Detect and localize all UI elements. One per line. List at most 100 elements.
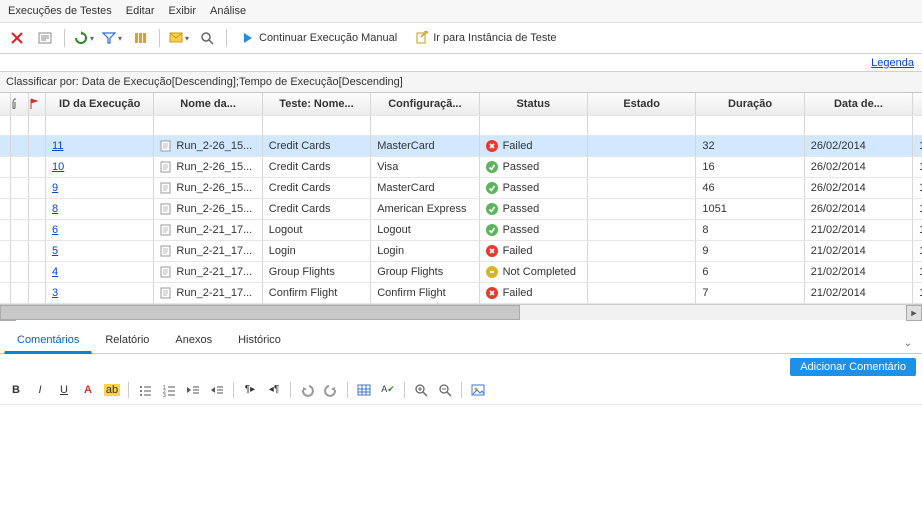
menu-item[interactable]: Exibir: [169, 5, 197, 17]
state: [588, 241, 695, 261]
table-row[interactable]: 11 Run_2-26_15... Credit Cards MasterCar…: [0, 135, 922, 156]
row-handle-header[interactable]: [0, 93, 11, 115]
col-name[interactable]: Nome da...: [154, 93, 262, 115]
run-id-link[interactable]: 5: [52, 245, 58, 257]
table-row[interactable]: 3 Run_2-21_17... Confirm Flight Confirm …: [0, 282, 922, 303]
columns-icon[interactable]: [129, 27, 151, 49]
date: 26/02/2014: [805, 136, 912, 156]
run-id-link[interactable]: 6: [52, 224, 58, 236]
continue-manual-button[interactable]: Continuar Execução Manual: [235, 27, 403, 49]
flag-header[interactable]: [28, 93, 45, 115]
run-id-link[interactable]: 9: [52, 182, 58, 194]
tab-histórico[interactable]: Histórico: [225, 327, 294, 354]
run-icon: [160, 161, 172, 173]
insert-image-icon[interactable]: [468, 380, 488, 400]
run-id-link[interactable]: 3: [52, 287, 58, 299]
run-id-link[interactable]: 10: [52, 161, 64, 173]
ltr-icon[interactable]: ¶▸: [240, 380, 260, 400]
run-name: Run_2-21_17...: [176, 266, 252, 278]
outdent-icon[interactable]: [183, 380, 203, 400]
filter-conf[interactable]: [371, 115, 479, 135]
duration: 6: [696, 262, 803, 282]
duration: 9: [696, 241, 803, 261]
tab-relatório[interactable]: Relatório: [92, 327, 162, 354]
run-id-link[interactable]: 4: [52, 266, 58, 278]
filter-duration[interactable]: [696, 115, 804, 135]
spellcheck-icon[interactable]: A✔: [378, 380, 398, 400]
status-icon: [486, 203, 498, 215]
status-label: Not Completed: [503, 266, 576, 278]
italic-icon[interactable]: I: [30, 380, 50, 400]
legend-link[interactable]: Legenda: [871, 57, 914, 69]
col-status[interactable]: Status: [479, 93, 587, 115]
tab-anexos[interactable]: Anexos: [162, 327, 225, 354]
run-id-link[interactable]: 11: [52, 140, 63, 152]
test-name: Group Flights: [263, 262, 370, 282]
list-bullets-icon[interactable]: [135, 380, 155, 400]
delete-icon[interactable]: [6, 27, 28, 49]
font-color-icon[interactable]: A: [78, 380, 98, 400]
details-icon[interactable]: [34, 27, 56, 49]
zoom-in-icon[interactable]: [411, 380, 431, 400]
filter-id[interactable]: [46, 115, 154, 135]
run-name: Run_2-26_15...: [176, 203, 252, 215]
undo-icon[interactable]: [297, 380, 317, 400]
col-duration[interactable]: Duração: [696, 93, 804, 115]
mail-icon[interactable]: [168, 27, 190, 49]
list-numbered-icon[interactable]: 123: [159, 380, 179, 400]
editor-area[interactable]: [0, 405, 922, 530]
editor-toolbar: B I U A ab 123 ¶▸ ◂¶ A✔: [0, 376, 922, 405]
bold-icon[interactable]: B: [6, 380, 26, 400]
status-icon: [486, 140, 498, 152]
status-label: Passed: [503, 182, 540, 194]
redo-icon[interactable]: [321, 380, 341, 400]
filter-date[interactable]: [804, 115, 912, 135]
tab-comentários[interactable]: Comentários: [4, 327, 92, 354]
col-date[interactable]: Data de...: [804, 93, 912, 115]
state: [588, 178, 695, 198]
zoom-out-icon[interactable]: [435, 380, 455, 400]
legend-row: Legenda: [0, 54, 922, 71]
attachment-header[interactable]: [11, 93, 28, 115]
refresh-icon[interactable]: [73, 27, 95, 49]
menu-item[interactable]: Editar: [126, 5, 155, 17]
col-conf[interactable]: Configuraçã...: [371, 93, 479, 115]
date: 21/02/2014: [805, 241, 912, 261]
test-name: Confirm Flight: [263, 283, 370, 303]
menu-item[interactable]: Análise: [210, 5, 246, 17]
goto-instance-button[interactable]: Ir para Instância de Teste: [409, 27, 562, 49]
col-test[interactable]: Teste: Nome...: [262, 93, 370, 115]
filter-name[interactable]: [154, 115, 262, 135]
table-row[interactable]: 5 Run_2-21_17... Login Login Failed 9 21…: [0, 240, 922, 261]
scroll-thumb[interactable]: [0, 305, 520, 320]
run-name: Run_2-26_15...: [176, 140, 252, 152]
highlight-icon[interactable]: ab: [102, 380, 122, 400]
find-icon[interactable]: [196, 27, 218, 49]
col-state[interactable]: Estado: [587, 93, 695, 115]
test-name: Login: [263, 241, 370, 261]
table-row[interactable]: 6 Run_2-21_17... Logout Logout Passed 8 …: [0, 219, 922, 240]
table-icon[interactable]: [354, 380, 374, 400]
table-row[interactable]: 4 Run_2-21_17... Group Flights Group Fli…: [0, 261, 922, 282]
horizontal-scrollbar[interactable]: ◄ ►: [0, 304, 922, 320]
rtl-icon[interactable]: ◂¶: [264, 380, 284, 400]
indent-icon[interactable]: [207, 380, 227, 400]
filter-time[interactable]: [913, 115, 922, 135]
table-row[interactable]: 9 Run_2-26_15... Credit Cards MasterCard…: [0, 177, 922, 198]
run-id-link[interactable]: 8: [52, 203, 58, 215]
duration: 46: [696, 178, 803, 198]
col-time[interactable]: Tempo de: [913, 93, 922, 115]
date: 21/02/2014: [805, 262, 912, 282]
underline-icon[interactable]: U: [54, 380, 74, 400]
scroll-right-icon[interactable]: ►: [906, 305, 922, 321]
filter-state[interactable]: [587, 115, 695, 135]
collapse-icon[interactable]: ⌄: [898, 338, 918, 353]
filter-icon[interactable]: [101, 27, 123, 49]
table-row[interactable]: 10 Run_2-26_15... Credit Cards Visa Pass…: [0, 156, 922, 177]
table-row[interactable]: 8 Run_2-26_15... Credit Cards American E…: [0, 198, 922, 219]
filter-test[interactable]: [262, 115, 370, 135]
col-id[interactable]: ID da Execução: [46, 93, 154, 115]
menu-item[interactable]: Execuções de Testes: [8, 5, 112, 17]
filter-status[interactable]: [479, 115, 587, 135]
add-comment-button[interactable]: Adicionar Comentário: [790, 358, 916, 376]
